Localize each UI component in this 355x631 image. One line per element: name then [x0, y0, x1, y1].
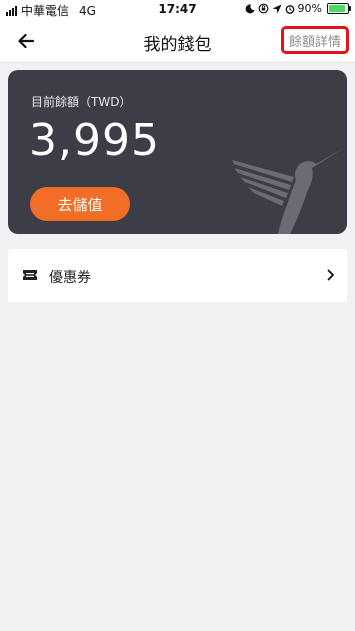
- top-up-button[interactable]: 去儲值: [30, 187, 130, 221]
- rotation-lock-icon: [258, 3, 268, 14]
- location-icon: [272, 4, 282, 13]
- wallet-balance-card: 目前餘額（TWD） 3,995 去儲值: [8, 70, 347, 234]
- balance-label: 目前餘額（TWD）: [31, 95, 132, 109]
- alarm-icon: [285, 4, 294, 14]
- coupon-menu-item[interactable]: 優惠券: [8, 249, 347, 302]
- status-right: 90%: [245, 2, 351, 15]
- chevron-right-icon: [327, 269, 334, 281]
- hummingbird-logo-icon: [232, 148, 344, 234]
- battery-icon: [327, 3, 351, 14]
- balance-details-button[interactable]: 餘額詳情: [281, 26, 349, 54]
- moon-icon: [245, 3, 255, 13]
- battery-percent: 90%: [297, 2, 322, 15]
- balance-amount: 3,995: [29, 115, 160, 166]
- status-bar: 中華電信 4G 17:47 90%: [0, 0, 355, 20]
- coupon-label: 優惠券: [49, 270, 91, 286]
- ticket-icon: [23, 270, 37, 280]
- nav-bar: 我的錢包 餘額詳情: [0, 20, 355, 63]
